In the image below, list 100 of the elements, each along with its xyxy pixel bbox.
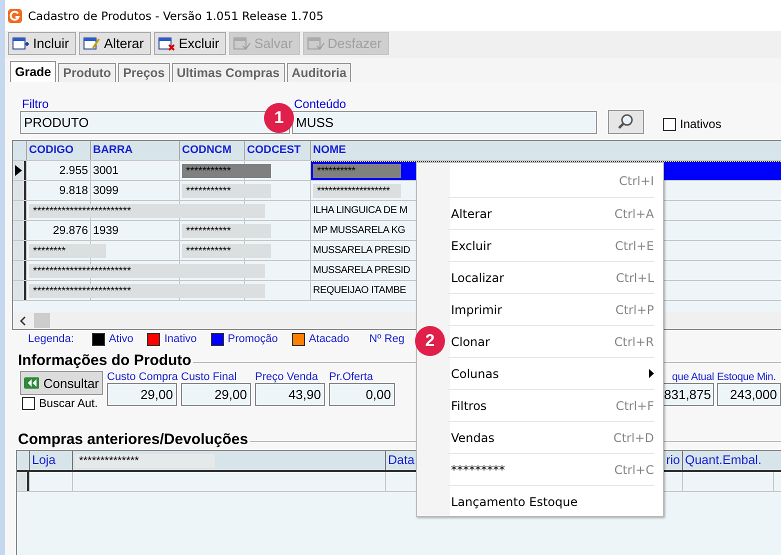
scroll-left-icon[interactable] <box>18 316 28 326</box>
table-cell: ************************ <box>29 264 265 278</box>
legend-label: Ativo <box>108 333 134 345</box>
column-header[interactable]: BARRA <box>90 141 179 160</box>
table-cell: MP MUSSARELA KG <box>313 225 406 236</box>
shortcut-label: Ctrl+D <box>613 430 654 444</box>
row-indicator[interactable] <box>13 161 26 180</box>
column-header[interactable]: CODNCM <box>179 141 244 160</box>
column-header[interactable]: ************** <box>75 454 215 468</box>
table-cell: ILHA LINGUICA DE M <box>313 205 408 216</box>
menu-item-label: Alterar <box>451 206 492 220</box>
menu-item-label: Lançamento Estoque <box>451 494 578 508</box>
table-cell: *********** <box>182 164 271 178</box>
menu-item[interactable]: Alterar Ctrl+A <box>448 197 654 229</box>
table-cell: *********** <box>182 184 271 198</box>
toolbar-button[interactable]: Incluir <box>8 32 76 55</box>
field-label: Conteúdo <box>294 97 348 111</box>
value-field[interactable]: 29,00 <box>181 383 251 406</box>
table-cell: 3001 <box>93 164 119 176</box>
menu-item-label: Vendas <box>451 430 494 444</box>
checkbox-label: Inativos <box>680 117 722 131</box>
field-label: que Atual <box>672 371 714 383</box>
menu-item-label: Colunas <box>451 366 499 380</box>
toolbar-button[interactable]: Alterar <box>79 32 151 55</box>
legend-label: Legenda: <box>28 333 74 345</box>
window-check-icon <box>306 36 325 52</box>
value-field[interactable]: 29,00 <box>107 383 177 406</box>
section-title: Informações do Produto <box>18 352 192 369</box>
content-field[interactable]: MUSS <box>292 111 597 134</box>
table-cell: REQUEIJAO ITAMBE <box>313 285 406 296</box>
window-cross-icon <box>158 36 176 52</box>
field-label: Pr.Oferta <box>329 371 374 383</box>
shortcut-label: Ctrl+P <box>615 302 654 316</box>
row-indicator[interactable] <box>13 261 26 280</box>
menu-item[interactable]: Colunas <box>448 357 654 389</box>
shortcut-label: Ctrl+C <box>614 462 654 476</box>
menu-item[interactable]: ********* Ctrl+C <box>448 453 654 485</box>
table-cell: 9.818 <box>59 184 88 196</box>
table-cell: ************************ <box>29 284 265 298</box>
tab[interactable]: Auditoria <box>286 63 352 82</box>
table-cell: ******** <box>29 244 106 258</box>
menu-item[interactable]: Lançamento Estoque <box>448 485 654 517</box>
search-button[interactable] <box>608 110 644 134</box>
column-header[interactable]: CODIGO <box>26 141 90 160</box>
menu-item[interactable]: Filtros Ctrl+F <box>448 389 654 421</box>
menu-item[interactable]: Ctrl+I <box>448 165 654 197</box>
consult-button[interactable]: Consultar <box>20 371 103 395</box>
legend-label: Atacado <box>308 333 350 345</box>
menu-item[interactable]: Clonar Ctrl+R <box>448 325 654 357</box>
column-header[interactable]: CODCEST <box>244 141 310 160</box>
row-indicator[interactable] <box>17 472 29 491</box>
search-icon <box>617 113 635 131</box>
shortcut-label: Ctrl+F <box>616 398 654 412</box>
scrollbar-thumb[interactable] <box>34 313 50 328</box>
window-check-icon <box>233 36 252 52</box>
window-pencil-icon <box>83 36 102 52</box>
tab[interactable]: Preços <box>118 63 170 82</box>
table-cell: 1939 <box>93 224 119 236</box>
menu-item[interactable]: Vendas Ctrl+D <box>448 421 654 453</box>
column-header[interactable]: Loja <box>32 453 56 467</box>
value-field[interactable]: 43,90 <box>255 383 325 406</box>
table-cell: *********** <box>182 244 271 258</box>
menu-item-label: ********* <box>451 462 505 476</box>
row-indicator[interactable] <box>13 221 26 240</box>
value-field[interactable]: 0,00 <box>329 383 395 406</box>
table-cell: ******************* <box>313 184 401 198</box>
field-label: Custo Compra <box>107 371 177 383</box>
row-indicator[interactable] <box>13 281 26 300</box>
tab[interactable]: Grade <box>10 61 56 82</box>
checkbox[interactable] <box>22 397 35 410</box>
table-cell: *********** <box>182 224 271 238</box>
row-indicator[interactable] <box>13 241 26 260</box>
column-header[interactable]: NOME <box>310 141 781 160</box>
tab[interactable]: Ultimas Compras <box>172 63 285 82</box>
menu-item[interactable]: Imprimir Ctrl+P <box>448 293 654 325</box>
shortcut-label: Ctrl+I <box>619 174 654 188</box>
legend-label: Promoção <box>228 333 278 345</box>
menu-item-label: Excluir <box>451 238 492 252</box>
column-header[interactable]: rio <box>666 453 680 467</box>
column-header[interactable]: Quant.Embal. <box>685 453 762 467</box>
checkbox[interactable] <box>663 118 676 130</box>
shortcut-label: Ctrl+A <box>614 206 654 220</box>
menu-item[interactable]: Localizar Ctrl+L <box>448 261 654 293</box>
field-label: Preço Venda <box>255 371 319 383</box>
section-title: Compras anteriores/Devoluções <box>18 431 248 448</box>
table-cell: 3099 <box>93 184 119 196</box>
menu-item[interactable]: Excluir Ctrl+E <box>448 229 654 261</box>
row-indicator[interactable] <box>13 201 26 220</box>
table-cell: 29.876 <box>52 224 88 236</box>
toolbar-button[interactable]: Excluir <box>154 32 226 55</box>
row-indicator[interactable] <box>13 181 26 200</box>
value-field[interactable]: 243,000 <box>717 383 781 406</box>
app-logo-icon <box>8 8 22 22</box>
table-cell: 2.955 <box>59 164 88 176</box>
record-count-label: Nº Reg <box>369 333 404 345</box>
table-cell: ************************ <box>29 204 265 218</box>
tab[interactable]: Produto <box>58 63 116 82</box>
column-header[interactable]: Data <box>388 453 414 467</box>
window-plus-icon <box>12 36 30 52</box>
menu-item-label: Imprimir <box>451 302 502 316</box>
